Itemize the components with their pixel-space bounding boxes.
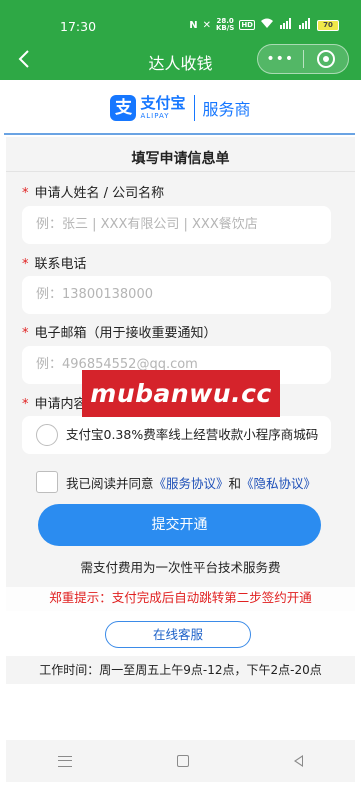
content-label: * 申请内容 — [22, 397, 87, 412]
phone-label: * 联系电话 — [22, 257, 87, 272]
name-input[interactable]: 例：张三 | XXX有限公司 | XXX餐饮店 — [22, 206, 331, 244]
work-hours: 工作时间：周一至周五上午9点-12点，下午2点-20点 — [6, 656, 355, 684]
close-miniapp-button[interactable] — [304, 49, 349, 69]
alipay-wordmark: 支付宝 ALIPAY — [140, 94, 186, 120]
target-icon — [316, 50, 335, 68]
signal-icon — [279, 18, 293, 32]
status-bar: 17:30 N ✕ 28.0 KB/S HD 70 — [0, 0, 361, 36]
online-service-button[interactable]: 在线客服 — [105, 621, 251, 648]
submit-button[interactable]: 提交开通 — [38, 504, 321, 546]
agreement-row: 我已阅读并同意 《服务协议》 和 《隐私协议》 — [36, 470, 316, 494]
wifi-icon — [260, 18, 274, 32]
fee-note: 需支付费用为一次性平台技术服务费 — [80, 560, 281, 575]
service-agreement-link[interactable]: 《服务协议》 — [154, 473, 229, 492]
brand-header: 支 支付宝 ALIPAY 服务商 — [0, 84, 361, 132]
form-title-divider — [6, 171, 355, 172]
status-icons: N ✕ 28.0 KB/S HD 70 — [189, 18, 339, 32]
name-label: * 申请人姓名 / 公司名称 — [22, 186, 165, 201]
more-options-button[interactable]: ••• — [258, 51, 303, 67]
form-title: 填写申请信息单 — [131, 151, 230, 167]
network-speed: 28.0 KB/S — [215, 17, 235, 32]
privacy-agreement-link[interactable]: 《隐私协议》 — [241, 473, 316, 492]
miniapp-capsule: ••• — [257, 44, 349, 74]
phone-input[interactable]: 例：13800138000 — [22, 276, 331, 314]
email-label: * 电子邮箱（用于接收重要通知） — [22, 326, 217, 341]
header-divider — [4, 133, 355, 135]
watermark: mubanwu.cc — [82, 370, 280, 417]
top-bar: 17:30 N ✕ 28.0 KB/S HD 70 达人收钱 ••• — [0, 0, 361, 80]
mute-icon: ✕ — [202, 19, 211, 31]
title-bar: 达人收钱 ••• — [0, 40, 361, 80]
signal-icon-2 — [298, 18, 312, 32]
application-form: 填写申请信息单 * 申请人姓名 / 公司名称 例：张三 | XXX有限公司 | X… — [6, 137, 355, 587]
hd-icon: HD — [239, 20, 255, 30]
payment-notice: 郑重提示：支付完成后自动跳转第二步签约开通 — [6, 587, 355, 611]
content-option[interactable]: 支付宝0.38%费率线上经营收款小程序商城码 — [22, 416, 331, 454]
battery-icon: 70 — [317, 19, 339, 31]
content-radio[interactable] — [36, 424, 58, 446]
menu-icon[interactable] — [58, 755, 73, 767]
status-time: 17:30 — [60, 19, 97, 34]
brand-subtitle: 服务商 — [202, 100, 251, 119]
alipay-logo-icon: 支 — [110, 95, 137, 121]
nfc-icon: N — [189, 19, 198, 31]
home-icon[interactable] — [176, 755, 189, 767]
agree-checkbox[interactable] — [36, 471, 58, 493]
system-nav-bar — [6, 740, 355, 782]
brand-divider — [193, 95, 195, 121]
back-icon[interactable] — [293, 755, 303, 767]
